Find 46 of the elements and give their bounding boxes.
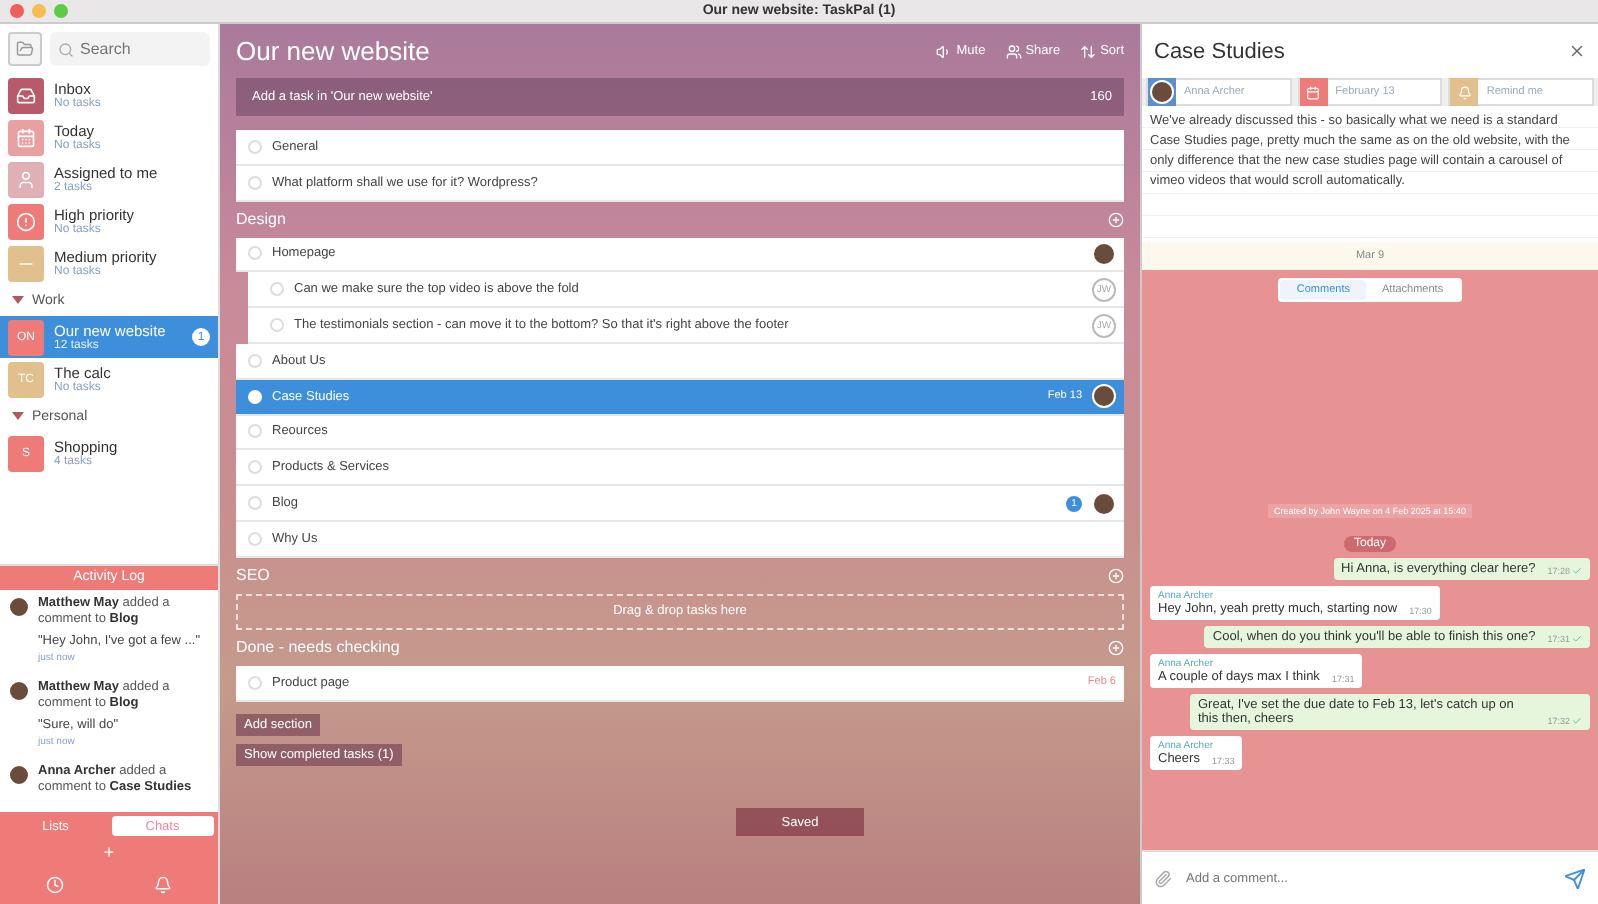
section-title: Done - needs checking <box>236 638 400 657</box>
close-window-button[interactable] <box>10 4 24 18</box>
search-field[interactable]: Search <box>80 40 202 58</box>
bell-icon[interactable] <box>154 875 173 893</box>
caret-icon <box>12 296 24 304</box>
close-icon[interactable] <box>1568 42 1586 60</box>
add-circle-icon[interactable] <box>1108 639 1124 656</box>
task-checkbox[interactable] <box>248 139 262 154</box>
folder-button[interactable] <box>8 32 42 66</box>
avatar <box>1092 491 1116 516</box>
task-checkbox[interactable] <box>248 246 262 261</box>
caret-icon <box>12 412 24 420</box>
avatar <box>8 763 30 786</box>
folder-icon <box>16 40 34 58</box>
task-checkbox[interactable] <box>248 460 262 475</box>
search-box[interactable]: Search <box>50 32 210 66</box>
list-title: Our new website <box>236 36 430 66</box>
bell-icon <box>1457 85 1472 99</box>
search-icon <box>58 41 74 57</box>
task-checkbox[interactable] <box>270 282 284 297</box>
avatar <box>8 679 30 702</box>
avatar <box>8 596 30 618</box>
minimize-window-button[interactable] <box>32 4 46 18</box>
calendar-icon <box>1306 85 1321 99</box>
task-checkbox[interactable] <box>248 675 262 690</box>
task-checkbox[interactable] <box>248 496 262 511</box>
task-checkbox[interactable] <box>270 318 284 333</box>
avatar <box>1092 384 1116 409</box>
paperclip-icon[interactable] <box>1154 869 1172 887</box>
task-checkbox[interactable] <box>248 531 262 546</box>
task-checkbox[interactable] <box>248 424 262 439</box>
avatar <box>1092 241 1116 266</box>
zoom-window-button[interactable] <box>54 4 68 18</box>
clock-icon[interactable] <box>45 875 64 893</box>
add-circle-icon[interactable] <box>1108 567 1124 584</box>
section-title: SEO <box>236 566 270 585</box>
add-circle-icon[interactable] <box>1108 211 1124 228</box>
sort-icon <box>1080 43 1097 59</box>
task-detail-title: Case Studies <box>1154 39 1285 63</box>
task-checkbox[interactable] <box>248 175 262 190</box>
avatar <box>1150 80 1174 104</box>
send-icon[interactable] <box>1564 867 1586 889</box>
section-title: Design <box>236 210 286 229</box>
task-checkbox[interactable] <box>248 353 262 368</box>
people-icon <box>1005 43 1022 59</box>
speaker-icon <box>936 43 953 59</box>
